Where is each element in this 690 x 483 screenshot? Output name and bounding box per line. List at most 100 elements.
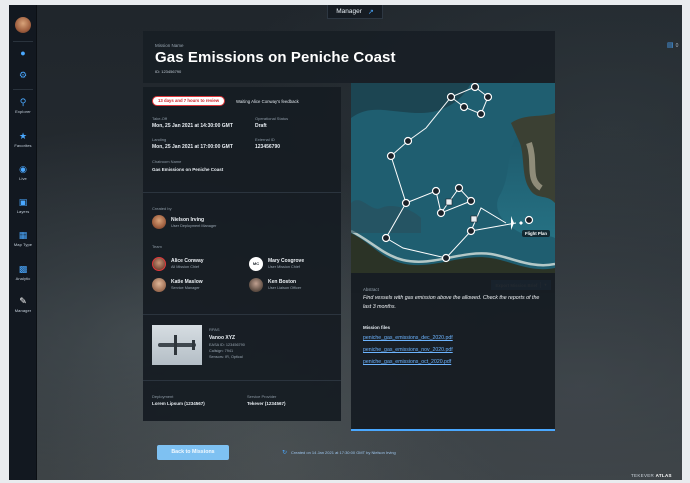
chatroom-value: Gas Emissions on Peniche Coast: [152, 167, 224, 172]
mission-file-link[interactable]: peniche_gas_emissions_oct_2020.pdf: [363, 359, 451, 365]
flight-plan-map[interactable]: Flight Plan Export Mission Brief ▾: [351, 83, 555, 293]
deployment-value: Lorem Lipsum (1234567): [152, 401, 205, 406]
rpas-callsign: Callsign: 7941: [209, 349, 234, 353]
team-member-role: All Mission Chief: [171, 265, 200, 269]
team-member-initials-avatar[interactable]: MC: [249, 257, 263, 271]
sidebar: ● ⚙ ⚲ Explorer ★ Favorites ◉ Live ▣ Laye…: [9, 5, 37, 480]
landing-value: Mon, 25 Jan 2021 at 17:00:00 GMT: [152, 144, 233, 150]
drone-image: [152, 325, 202, 365]
layers-icon: ▣: [18, 197, 28, 207]
sidebar-item-manager[interactable]: ✎ Manager: [9, 296, 37, 314]
sidebar-item-notifications[interactable]: ●: [9, 49, 37, 58]
abstract-text: Find vessels with gas emission above the…: [363, 295, 540, 310]
sidebar-item-label: Live: [19, 176, 27, 181]
user-avatar[interactable]: [15, 17, 31, 33]
current-module-badge[interactable]: Manager ↗: [327, 5, 383, 19]
brand-prefix: TEKEVER: [631, 473, 655, 478]
takeoff-label: Take-Off: [152, 116, 168, 121]
mission-card: Mission Name Gas Emissions on Peniche Co…: [143, 31, 555, 431]
external-link-icon[interactable]: ↗: [368, 8, 374, 16]
sidebar-item-label: Explorer: [15, 109, 31, 114]
chatroom-label: Chatroom Name: [152, 159, 182, 164]
operational-status-label: Operational Status: [255, 116, 289, 121]
chat-toggle[interactable]: ▤ 0: [667, 41, 678, 49]
service-provider-label: Service Provider: [247, 394, 277, 399]
team-member-avatar[interactable]: [152, 278, 166, 292]
rpas-label: RPAS: [209, 327, 220, 332]
mission-title: Gas Emissions on Peniche Coast: [155, 49, 396, 66]
module-label: Manager: [336, 8, 362, 15]
abstract-label: Abstract: [363, 287, 379, 292]
bell-icon: ●: [20, 48, 26, 58]
back-to-missions-button[interactable]: Back to Missions: [157, 445, 229, 460]
flight-plan-label[interactable]: Flight Plan: [522, 230, 550, 237]
created-info: ↻ Created on 14 Jan 2021 at 17:30:00 GMT …: [282, 449, 396, 456]
sidebar-item-layers[interactable]: ▣ Layers: [9, 197, 37, 215]
created-text: Created on 14 Jan 2021 at 17:30:00 GMT b…: [291, 450, 396, 455]
brand-logo: TEKEVER ATLAS: [631, 473, 672, 478]
abstract-panel: Abstract Find vessels with gas emission …: [351, 273, 555, 431]
team-member-name: Alice Conway: [171, 258, 204, 264]
rpas-name: Vanoo XYZ: [209, 335, 236, 341]
rpas-section: RPAS Vanoo XYZ EASA ID: 123456790 Callsi…: [143, 315, 341, 381]
chat-count: 0: [675, 43, 679, 49]
sidebar-divider: [13, 41, 33, 42]
deadline-badge: 13 days and 7 hours to review: [152, 96, 226, 106]
gear-icon: ⚙: [18, 70, 28, 80]
mission-id: ID: 123456790: [155, 69, 182, 74]
sidebar-item-label: Manager: [14, 308, 32, 313]
created-by-label: Created by: [152, 206, 172, 211]
sidebar-item-analytic[interactable]: ▩ Analytic: [9, 264, 37, 282]
rpas-easa-id: EASA ID: 123456790: [209, 343, 245, 347]
sidebar-item-map-type[interactable]: ▦ Map Type: [9, 230, 37, 248]
sidebar-item-label: Analytic: [15, 276, 31, 281]
mission-schedule-section: 13 days and 7 hours to review Waiting Al…: [143, 87, 341, 193]
team-member-role: User Mission Chief: [268, 265, 300, 269]
sidebar-item-label: Map Type: [13, 242, 33, 247]
sidebar-item-settings[interactable]: ⚙: [9, 71, 37, 80]
deployment-section: Deployment Lorem Lipsum (1234567) Servic…: [143, 381, 341, 421]
people-section: Created by Nielson Irving User Deploymen…: [143, 193, 341, 315]
takeoff-value: Mon, 25 Jan 2021 at 14:30:00 GMT: [152, 123, 233, 129]
sidebar-item-live[interactable]: ◉ Live: [9, 164, 37, 182]
landing-label: Landing: [152, 137, 167, 142]
pen-icon: ✎: [19, 296, 27, 306]
sidebar-item-explorer[interactable]: ⚲ Explorer: [9, 97, 37, 115]
team-label: Team: [152, 244, 162, 249]
mission-header: Mission Name Gas Emissions on Peniche Co…: [143, 31, 555, 83]
team-member-avatar[interactable]: [249, 278, 263, 292]
map-type-icon: ▦: [18, 230, 28, 240]
mission-details-panel: 13 days and 7 hours to review Waiting Al…: [143, 87, 341, 421]
team-member-name: Ken Boston: [268, 279, 297, 285]
sidebar-item-label: Favorites: [14, 143, 32, 148]
sidebar-item-label: Layers: [16, 209, 30, 214]
search-icon: ⚲: [19, 97, 27, 107]
star-icon: ★: [18, 131, 28, 141]
brand-suffix: ATLAS: [655, 473, 672, 478]
live-signal-icon: ◉: [19, 164, 27, 174]
team-member-name: Katie Maslow: [171, 279, 203, 285]
mission-name-label: Mission Name: [155, 43, 184, 48]
mission-file-link[interactable]: peniche_gas_emissions_nov_2020.pdf: [363, 347, 453, 353]
analytics-icon: ▩: [18, 264, 28, 274]
sidebar-divider: [13, 89, 33, 90]
team-member-role: Service Manager: [171, 286, 200, 290]
team-member-name: Mary Cosgrove: [268, 258, 305, 264]
team-member-role: User Liaison Officer: [268, 286, 302, 290]
rpas-sensors: Sensors: IR, Optical: [209, 355, 243, 359]
mission-file-link[interactable]: peniche_gas_emissions_dec_2020.pdf: [363, 335, 453, 341]
deployment-label: Deployment: [152, 394, 174, 399]
status-note: Waiting Alice Conway's feedback: [236, 99, 299, 104]
mission-files-label: Mission files: [363, 325, 391, 330]
creator-name: Nielson Irving: [171, 217, 205, 223]
external-id-label: External ID: [255, 137, 275, 142]
operational-status-value: Draft: [255, 123, 267, 129]
sidebar-item-favorites[interactable]: ★ Favorites: [9, 131, 37, 149]
team-member-avatar[interactable]: [152, 257, 166, 271]
app-window: ● ⚙ ⚲ Explorer ★ Favorites ◉ Live ▣ Laye…: [9, 5, 682, 480]
refresh-icon: ↻: [282, 450, 288, 456]
creator-role: User Deployment Manager: [171, 224, 217, 228]
service-provider-value: Tekever (1234567): [247, 401, 286, 406]
external-id-value: 123456790: [255, 144, 281, 150]
creator-avatar: [152, 215, 166, 229]
